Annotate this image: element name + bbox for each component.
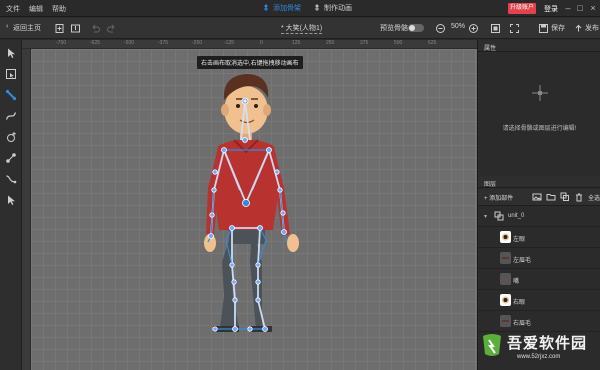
collapse-icon[interactable]: ▾ [484,213,487,220]
properties-empty-hint: 请选择骨骼或图层进行编辑! [502,126,577,132]
watermark-url: www.52rjxz.com [517,354,561,360]
skeleton-icon [264,4,268,11]
ruler-tick: -250 [192,40,203,46]
canvas-hint-tooltip: 右击画布取消选中,右键拖拽移动画布 [197,56,303,69]
layers-header: 图层 [478,176,600,188]
add-part-label: 添加部件 [489,196,514,202]
redo-icon[interactable] [106,23,117,34]
add-part-button[interactable]: + 添加部件 [484,193,513,202]
character-figure[interactable] [31,49,477,370]
path-icon[interactable] [5,173,17,185]
back-arrow-icon[interactable]: ‹ [6,23,8,30]
mode-add-skeleton[interactable]: 添加骨架 [262,3,301,13]
mode-make-animation[interactable]: 制作动画 [313,3,352,13]
eye-thumbnail-icon [500,294,511,306]
maximize-icon[interactable]: □ [575,3,585,13]
layer-row-group[interactable]: ▾ unit_0 [478,206,600,227]
eye-thumbnail-icon [500,231,511,243]
layer-row[interactable]: 左眉毛 [478,248,600,269]
crosshair-icon [532,85,548,101]
layer-name: 右眼 [513,300,526,306]
ruler-tick: -500 [124,40,135,46]
mode-add-skeleton-label: 添加骨架 [273,5,301,12]
zoom-level: 50% [451,23,466,30]
new-file-icon[interactable] [54,23,65,34]
watermark: 吾爱软件园 www.52rjxz.com [477,326,600,370]
layer-name: 左眉毛 [513,258,532,264]
group-icon [494,211,504,221]
mouth-thumbnail-icon [500,273,511,285]
mode-make-animation-label: 制作动画 [324,5,352,12]
ruler-tick: -625 [90,40,101,46]
import-icon[interactable] [70,23,81,34]
fullscreen-icon[interactable] [509,23,520,34]
minimize-icon[interactable]: – [563,3,573,13]
publish-icon[interactable] [573,23,584,34]
layer-row[interactable]: 左眼 [478,227,600,248]
select-all-button[interactable]: 全选 [588,193,600,202]
animation-icon [315,4,319,11]
left-toolbox [0,40,22,370]
vertical-ruler [22,49,31,370]
back-home-button[interactable]: 返回主页 [13,23,41,33]
save-button[interactable]: 保存 [551,23,565,33]
menu-edit[interactable]: 编辑 [29,4,43,14]
preview-bones-label: 预览骨骼 [380,25,408,32]
watermark-logo-icon [483,334,501,356]
ruler-tick: 0 [260,40,263,46]
ruler-tick: -375 [158,40,169,46]
ruler-tick: 625 [428,40,437,46]
layer-name: unit_0 [508,213,525,219]
fit-screen-icon[interactable] [490,23,501,34]
layer-name: 左眼 [513,237,526,243]
ruler-tick: 375 [360,40,369,46]
add-joint-icon[interactable] [5,131,17,143]
layer-row[interactable]: 嘴 [478,269,600,290]
box-select-icon[interactable] [5,68,17,80]
layers-toolbar: + 添加部件 全选 [478,189,600,206]
upgrade-account-button[interactable]: 升级账户 [508,3,536,14]
ruler-tick: 125 [292,40,301,46]
horizontal-ruler: -750 -625 -500 -375 -250 -125 0 125 250 … [22,40,477,49]
right-panel: 属性 请选择骨骼或图层进行编辑! 图层 + 添加部件 全选 ▾ unit_0 左… [477,40,600,370]
undo-icon[interactable] [90,23,101,34]
select-arrow-icon[interactable] [5,47,17,59]
app-window: 文件 编辑 帮助 添加骨架 制作动画 升级账户 登录 – □ × ‹ 返回主页 … [0,0,600,370]
close-icon[interactable]: × [588,3,598,13]
zoom-out-icon[interactable] [435,23,446,34]
publish-button[interactable]: 发布 [585,23,599,33]
copy-icon[interactable] [560,192,570,202]
zoom-in-icon[interactable] [468,23,479,34]
menu-file[interactable]: 文件 [6,4,20,14]
save-icon[interactable] [538,23,549,34]
ruler-tick: 250 [326,40,335,46]
ruler-tick: -125 [224,40,235,46]
watermark-title: 吾爱软件园 [507,335,588,352]
ruler-tick: -750 [56,40,67,46]
pointer-icon[interactable] [5,194,17,206]
bind-icon[interactable] [5,152,17,164]
ruler-tick: 500 [394,40,403,46]
curve-icon[interactable] [5,110,17,122]
preview-bones-toggle[interactable] [408,24,424,32]
layer-row[interactable]: 右眼 [478,290,600,311]
delete-icon[interactable] [574,192,584,202]
document-title[interactable]: * 大笑(人物1) [281,23,323,34]
editor-canvas[interactable] [31,49,477,370]
menu-help[interactable]: 帮助 [52,4,66,14]
properties-header: 属性 [478,40,600,52]
bone-tool-icon[interactable] [5,89,17,101]
image-icon[interactable] [532,192,542,202]
menu-bar: 文件 编辑 帮助 添加骨架 制作动画 升级账户 登录 – □ × [0,0,600,17]
layer-name: 嘴 [513,279,520,285]
brow-thumbnail-icon [500,252,511,264]
login-link[interactable]: 登录 [544,4,558,14]
top-toolbar: ‹ 返回主页 * 大笑(人物1) 预览骨骼 50% 保存 发布 [0,18,600,39]
folder-icon[interactable] [546,192,556,202]
